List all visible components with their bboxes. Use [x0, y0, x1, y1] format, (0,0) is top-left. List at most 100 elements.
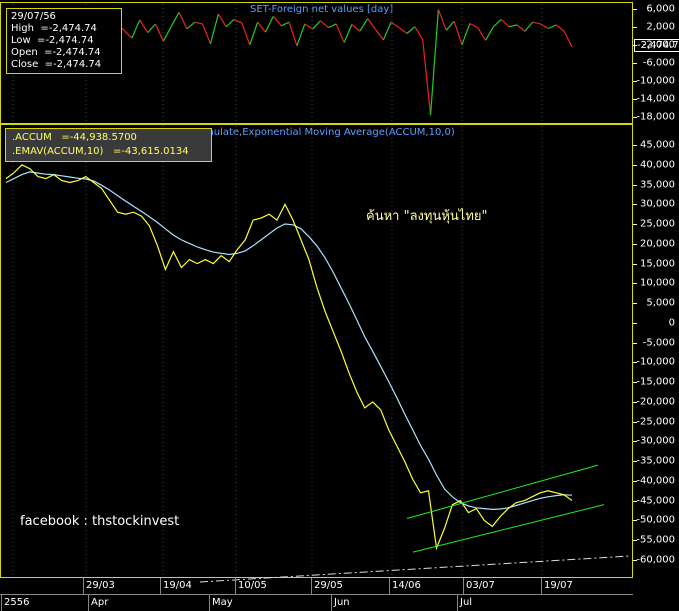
- upper-axis-tickmark: [633, 8, 637, 10]
- lower-axis-tickmark: [633, 520, 637, 522]
- net-value-segment: [563, 30, 573, 48]
- x-axis-months: 2556 Apr May Jun Jul: [0, 595, 633, 611]
- net-value-segment: [500, 18, 510, 28]
- x-date-label: 14/06: [392, 580, 421, 591]
- x-date-separator: [160, 578, 161, 594]
- net-value-segment: [241, 22, 251, 46]
- lower-axis-tick: -20,000: [636, 396, 675, 408]
- x-month-label: Jun: [334, 597, 350, 608]
- lower-axis-tickmark: [633, 382, 637, 384]
- lower-axis-tick: 15,000: [640, 258, 675, 270]
- net-value-segment: [532, 21, 541, 25]
- net-value-segment: [493, 18, 502, 28]
- lower-axis-tickmark: [633, 441, 637, 443]
- x-month-separator: [331, 595, 332, 611]
- net-value-segment: [233, 18, 243, 24]
- net-value-segment: [296, 23, 306, 46]
- lower-y-axis: 45,000 40,000 35,000 30,000 25,000 20,000 15,0…: [633, 124, 679, 578]
- net-value-segment: [398, 27, 408, 34]
- lower-axis-tick: -45,000: [636, 495, 675, 507]
- net-value-segment: [304, 23, 313, 30]
- lower-axis-tick: 10,000: [640, 277, 675, 289]
- upper-axis-tick: -6,000: [642, 57, 675, 69]
- net-value-segment: [524, 21, 534, 32]
- upper-axis-tickmark: [633, 44, 637, 46]
- net-value-segment: [335, 23, 345, 43]
- net-value-segment: [170, 11, 180, 27]
- net-value-segment: [312, 20, 321, 30]
- indicator-legend-box: .ACCUM =-44,938.5700 .EMAV(ACCUM,10) =-4…: [5, 128, 212, 162]
- net-value-segment: [280, 21, 290, 27]
- x-date-separator: [541, 578, 542, 594]
- x-date-separator: [83, 578, 84, 594]
- info-high: High =-2,474.74: [11, 23, 97, 34]
- x-month-label: 2556: [4, 597, 30, 608]
- lower-axis-tick: 35,000: [640, 179, 675, 191]
- upper-axis-tick: 6,000: [646, 3, 675, 15]
- net-value-segment: [343, 24, 353, 43]
- lower-axis-tick: -40,000: [636, 475, 675, 487]
- x-month-separator: [1, 595, 2, 611]
- x-date-separator: [235, 578, 236, 594]
- lower-axis-tick: -30,000: [636, 435, 675, 447]
- lower-axis-tick: 20,000: [640, 238, 675, 250]
- lower-axis-tickmark: [633, 362, 637, 364]
- net-value-segment: [437, 9, 447, 31]
- info-close: Close =-2,474.74: [11, 59, 102, 70]
- net-value-segment: [209, 13, 219, 45]
- net-value-segment: [461, 23, 471, 46]
- x-month-label: May: [212, 597, 233, 608]
- x-date-label: 19/04: [163, 580, 192, 591]
- net-value-segment: [154, 23, 164, 42]
- x-month-label: Jul: [460, 597, 473, 608]
- net-value-segment: [422, 39, 432, 116]
- lower-axis-tickmark: [633, 461, 637, 463]
- upper-axis-tick: 2,000: [646, 21, 675, 33]
- net-value-segment: [359, 18, 369, 32]
- lower-axis-tickmark: [633, 145, 637, 146]
- x-date-label: 10/05: [238, 580, 267, 591]
- x-month-label: Apr: [91, 597, 109, 608]
- net-value-segment: [272, 15, 282, 27]
- net-value-segment: [351, 23, 361, 32]
- x-date-separator: [463, 578, 464, 594]
- net-value-segment: [485, 26, 494, 41]
- info-date: 29/07/56: [11, 11, 56, 22]
- x-month-separator: [209, 595, 210, 611]
- net-value-segment: [429, 9, 439, 116]
- lower-axis-tickmark: [633, 283, 637, 285]
- lower-axis-tickmark: [633, 303, 637, 305]
- legend-accum: .ACCUM =-44,938.5700: [12, 131, 205, 145]
- lower-axis-tickmark: [633, 480, 637, 482]
- net-value-segment: [375, 29, 384, 41]
- net-value-segment: [516, 24, 526, 32]
- net-value-segment: [147, 23, 156, 33]
- x-date-label: 29/05: [314, 580, 343, 591]
- net-value-segment: [382, 21, 392, 41]
- lower-axis-tick: -55,000: [636, 534, 675, 546]
- x-date-label: 19/07: [544, 580, 573, 591]
- info-low: Low =-2,474.74: [11, 35, 94, 46]
- net-value-segment: [477, 27, 487, 41]
- upper-axis-tick: -14,000: [636, 93, 675, 105]
- lower-axis-tick: -25,000: [636, 416, 675, 428]
- upper-axis-tick: -18,000: [636, 111, 675, 123]
- lower-axis-tick: 0: [668, 317, 675, 329]
- lower-axis-tickmark: [633, 164, 637, 166]
- lower-axis-tickmark: [633, 342, 637, 344]
- thai-search-text: ค้นหา "ลงทุนหุ้นไทย": [366, 209, 488, 224]
- net-value-segment: [445, 20, 455, 31]
- info-open: Open =-2,474.74: [11, 47, 101, 58]
- net-value-segment: [548, 24, 557, 30]
- net-value-segment: [367, 18, 377, 30]
- upper-axis-tick: -2,000: [642, 39, 675, 51]
- net-value-segment: [257, 21, 266, 33]
- net-value-segment: [202, 23, 212, 45]
- lower-axis-tickmark: [633, 401, 637, 403]
- lower-axis-tickmark: [633, 204, 637, 206]
- x-month-separator: [88, 595, 89, 611]
- net-value-segment: [225, 18, 235, 28]
- net-value-segment: [508, 24, 518, 28]
- x-axis-dates: 29/03 19/04 10/05 29/05 14/06 03/07 19/07: [0, 578, 633, 595]
- ohlc-info-box: 29/07/56 High =-2,474.74 Low =-2,474.74 …: [6, 8, 122, 74]
